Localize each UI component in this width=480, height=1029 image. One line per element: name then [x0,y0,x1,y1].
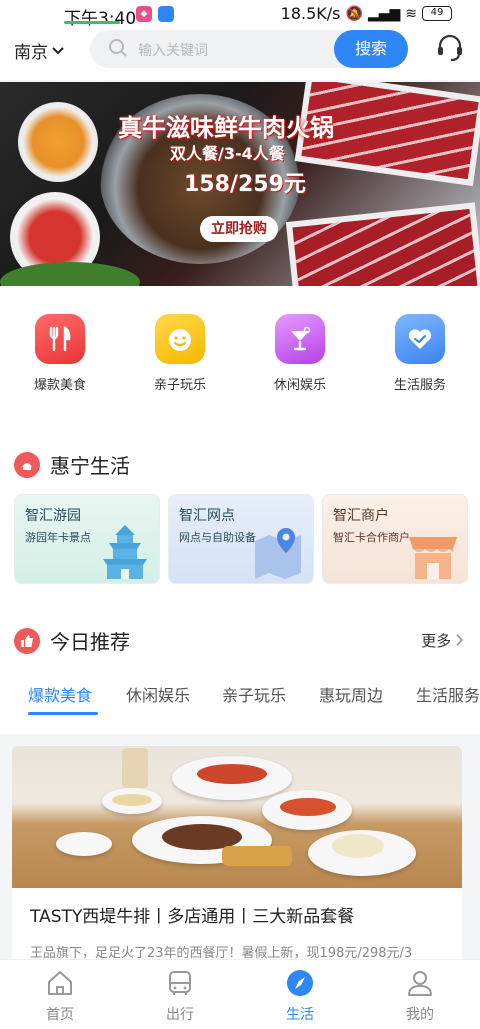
huining-cards: 智汇游园 游园年卡景点 智汇网点 网点与自助设备 智汇商户 智汇卡合作商户 [14,494,468,584]
pagoda-icon [103,525,147,579]
storefront-icon [409,537,457,579]
city-selector[interactable]: 南京 [14,38,64,63]
card-title: 智汇游园 [25,508,81,524]
search-bar[interactable]: 输入关键词 搜索 [90,30,408,68]
wifi-icon: ≋ [405,5,417,22]
more-link[interactable]: 更多 [421,630,464,651]
category-leisure[interactable]: 休闲娱乐 [240,314,360,393]
card-outlets[interactable]: 智汇网点 网点与自助设备 [168,494,314,584]
smiley-face-icon [155,314,205,364]
nav-mine[interactable]: 我的 [360,960,480,1029]
banner-beef-slices-2 [285,202,480,286]
banner-fruit-plate [18,102,98,182]
notification-app2-icon [158,6,174,22]
tab-services[interactable]: 生活服务 [416,682,480,706]
notification-app-icon: ◆ [136,6,152,22]
promo-banner[interactable]: 真牛滋味鲜牛肉火锅 双人餐/3-4人餐 158/259元 立即抢购 [0,82,480,286]
compass-icon [287,970,313,996]
customer-service-icon[interactable] [434,32,466,64]
item-title: TASTY西堤牛排丨多店通用丨三大新品套餐 [30,907,355,927]
category-food[interactable]: 爆款美食 [0,314,120,393]
card-subtitle: 网点与自助设备 [179,531,256,544]
card-park[interactable]: 智汇游园 游园年卡景点 [14,494,160,584]
card-title: 智汇网点 [179,508,235,524]
nav-label: 生活 [286,1007,314,1023]
battery-indicator: 49 [422,6,452,21]
status-bar: 下午3:40 ◆ 18.5K/s 🔕 ▂▄▆ ≋ 49 [0,0,480,29]
category-label: 爆款美食 [33,378,86,393]
tab-family[interactable]: 亲子玩乐 [222,682,286,706]
category-label: 亲子玩乐 [153,378,206,393]
tab-nearby[interactable]: 惠玩周边 [319,682,383,706]
huining-section-header: 惠宁生活 [14,450,130,479]
category-family[interactable]: 亲子玩乐 [120,314,240,393]
chevron-down-icon [52,44,64,58]
cocktail-icon [275,314,325,364]
card-subtitle: 游园年卡景点 [25,531,91,544]
card-merchants[interactable]: 智汇商户 智汇卡合作商户 [322,494,468,584]
tab-hot-food[interactable]: 爆款美食 [28,682,92,706]
recommend-item[interactable]: TASTY西堤牛排丨多店通用丨三大新品套餐 王品旗下，足足火了23年的西餐厅！暑… [12,746,462,968]
item-photo [12,746,462,888]
category-label: 休闲娱乐 [273,378,326,393]
status-time: 下午3:40 [64,9,137,29]
card-title: 智汇商户 [333,508,389,524]
thumbs-up-icon [14,627,40,654]
category-label: 生活服务 [393,378,446,393]
fork-knife-icon [35,314,85,364]
signal-icon: ▂▄▆ [367,5,401,22]
network-speed: 18.5K/s [280,4,341,23]
chevron-right-icon [456,632,464,650]
top-header: 南京 输入关键词 搜索 [0,28,480,80]
huining-logo-icon [14,451,40,478]
section-title: 惠宁生活 [50,454,130,478]
card-subtitle: 智汇卡合作商户 [333,531,410,544]
banner-subtitle: 双人餐/3-4人餐 [170,144,285,163]
user-icon [408,971,432,996]
nav-travel[interactable]: 出行 [120,960,240,1029]
recommend-tabs: 爆款美食 休闲娱乐 亲子玩乐 惠玩周边 生活服务 [0,676,480,720]
banner-title: 真牛滋味鲜牛肉火锅 [118,114,334,142]
nav-life[interactable]: 生活 [240,960,360,1029]
main-content: 爆款美食 亲子玩乐 休闲娱乐 生活服务 惠宁生活 智汇游园 游园年卡景点 智汇网… [0,286,480,734]
category-grid: 爆款美食 亲子玩乐 休闲娱乐 生活服务 [0,314,480,393]
active-tab-indicator [28,712,98,715]
category-services[interactable]: 生活服务 [360,314,480,393]
nav-home[interactable]: 首页 [0,960,120,1029]
recommend-section-header: 今日推荐 [14,626,130,655]
bus-icon [169,971,191,995]
mute-icon: 🔕 [345,5,363,22]
city-label: 南京 [14,43,48,63]
heart-icon [395,314,445,364]
map-pin-icon [255,528,301,579]
nav-label: 首页 [46,1007,74,1023]
call-indicator [64,21,120,24]
bottom-navigation: 首页 出行 生活 我的 [0,959,480,1029]
search-icon [109,39,127,57]
banner-price: 158/259元 [184,172,306,197]
search-button[interactable]: 搜索 [334,30,408,68]
more-label: 更多 [421,632,452,650]
home-icon [48,971,72,995]
search-input[interactable]: 输入关键词 [138,40,208,60]
nav-label: 出行 [166,1007,194,1023]
nav-label: 我的 [406,1007,434,1023]
tab-leisure[interactable]: 休闲娱乐 [126,682,190,706]
section-title: 今日推荐 [50,630,130,654]
buy-now-button[interactable]: 立即抢购 [200,216,278,242]
